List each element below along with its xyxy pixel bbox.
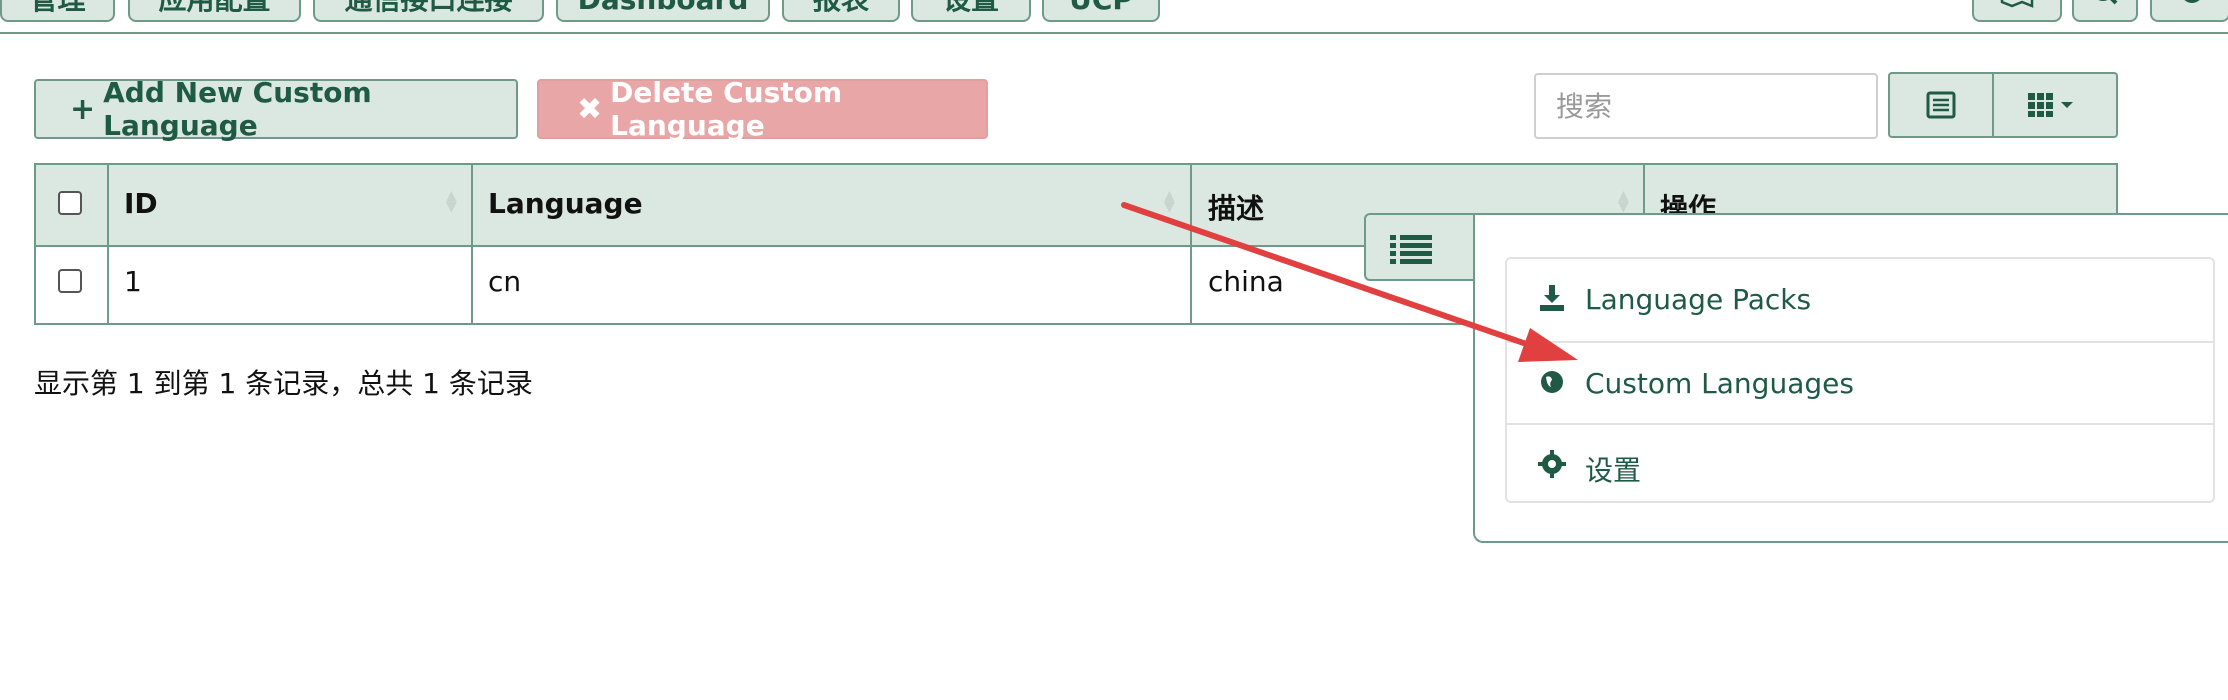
nav-tab-label: 通信接口连接 [344, 0, 512, 16]
nav-tab-label: Dashboard [578, 0, 749, 16]
menu-item-custom-languages[interactable]: Custom Languages [1507, 341, 2213, 423]
menu-list: Language Packs Custom Languages 设置 [1505, 257, 2215, 503]
grid-columns-icon [2028, 93, 2073, 117]
cell-id: 1 [124, 265, 142, 298]
columns-dropdown-button[interactable] [1994, 74, 2116, 136]
sort-icon: ▲ ▼ [1164, 188, 1175, 215]
search-icon[interactable] [2072, 0, 2138, 22]
nav-tab-dashboard[interactable]: Dashboard [556, 0, 770, 22]
nav-tab-manage[interactable]: 管理 [0, 0, 115, 22]
nav-tab-label: 应用配置 [158, 0, 270, 16]
menu-item-language-packs[interactable]: Language Packs [1507, 259, 2213, 341]
header-language[interactable]: Language [488, 187, 643, 220]
cell-language: cn [488, 265, 522, 298]
globe-icon [1541, 371, 1563, 393]
list-view-icon [1926, 91, 1956, 119]
sort-icon: ▲ ▼ [446, 188, 457, 215]
add-button-label: Add New Custom Language [103, 76, 372, 142]
nav-tab-label: 报表 [813, 0, 869, 16]
plus-icon: + [70, 91, 96, 127]
delete-custom-language-button[interactable]: ✖ Delete Custom Language [537, 76, 988, 142]
search-input[interactable] [1534, 73, 1878, 139]
add-custom-language-button[interactable]: + Add New Custom Language [34, 76, 518, 142]
row-checkbox[interactable] [58, 269, 82, 293]
list-view-button[interactable] [1890, 74, 1992, 136]
map-icon[interactable] [1972, 0, 2062, 22]
menu-item-label: 设置 [1585, 454, 1642, 487]
menu-item-label: Custom Languages [1585, 367, 1854, 400]
header-description[interactable]: 描述 [1208, 187, 1264, 227]
menu-item-label: Language Packs [1585, 283, 1812, 316]
gear-icon[interactable] [2150, 0, 2228, 22]
nav-tab-label: 管理 [29, 0, 85, 16]
gear-icon [1538, 450, 1566, 478]
nav-tab-label: UCP [1069, 0, 1133, 16]
sort-icon: ▲ ▼ [1618, 188, 1629, 215]
times-icon: ✖ [577, 91, 603, 127]
top-navigation: 管理 应用配置 通信接口连接 Dashboard 报表 设置 UCP [0, 0, 2228, 34]
nav-tab-comm-interface[interactable]: 通信接口连接 [313, 0, 544, 22]
pagination-summary: 显示第 1 到第 1 条记录，总共 1 条记录 [34, 367, 533, 400]
menu-toggle-button[interactable] [1364, 213, 1474, 281]
column-divider [1190, 165, 1192, 323]
nav-tab-app-config[interactable]: 应用配置 [128, 0, 301, 22]
nav-tab-ucp[interactable]: UCP [1042, 0, 1160, 22]
header-id[interactable]: ID [124, 187, 158, 220]
view-toggle-group [1888, 72, 2118, 138]
nav-tab-label: 设置 [943, 0, 999, 16]
column-divider [107, 165, 109, 323]
cell-description: china [1208, 265, 1284, 298]
list-icon [1390, 235, 1432, 264]
menu-item-settings[interactable]: 设置 [1507, 423, 2213, 505]
select-all-checkbox[interactable] [58, 191, 82, 215]
delete-button-label: Delete Custom Language [610, 76, 843, 142]
dropdown-menu: Language Packs Custom Languages 设置 [1473, 213, 2228, 543]
download-icon [1540, 285, 1564, 311]
nav-tab-reports[interactable]: 报表 [782, 0, 900, 22]
nav-tab-settings[interactable]: 设置 [911, 0, 1031, 22]
column-divider [471, 165, 473, 323]
